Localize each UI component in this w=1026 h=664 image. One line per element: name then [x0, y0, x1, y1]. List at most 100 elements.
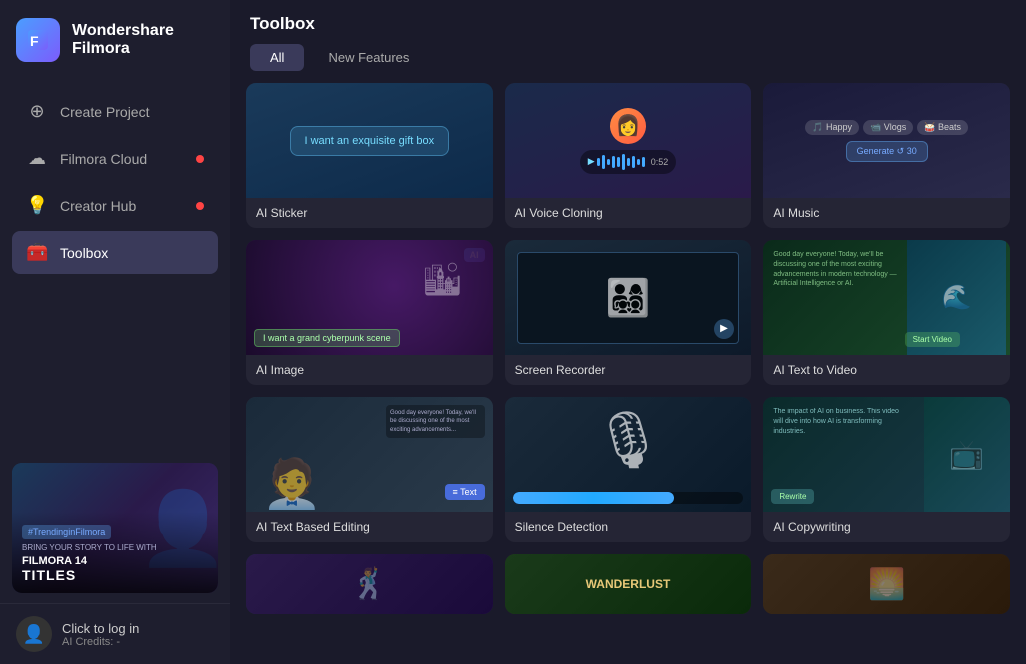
card-copywrite-thumb: AI 📺 The impact of AI on business. This …: [763, 397, 1010, 512]
promo-line1: BRING YOUR STORY TO LIFE WITH: [22, 543, 208, 553]
play-indicator: ▶: [714, 319, 734, 339]
card-ai-voice-thumb: 👩 ▶ 0:52: [505, 83, 752, 198]
toolbox-label: Toolbox: [60, 245, 108, 261]
card-partial3-thumb: AI 🌅: [763, 554, 1010, 614]
card-ai-sticker-label: AI Sticker: [246, 198, 493, 228]
tab-bar: All New Features: [230, 44, 1026, 83]
copy-graphic: 📺: [924, 397, 1010, 512]
image-prompt-text: I want a grand cyberpunk scene: [254, 329, 400, 347]
card-partial-1[interactable]: AI 🕺: [246, 554, 493, 614]
card-partial-2[interactable]: AI WANDERLUST: [505, 554, 752, 614]
text-edit-sample: Good day everyone! Today, we'll be discu…: [386, 405, 485, 438]
sidebar-item-filmora-cloud[interactable]: ☁ Filmora Cloud: [12, 137, 218, 180]
card-ai-image-thumb: AI 🏙 I want a grand cyberpunk scene: [246, 240, 493, 355]
text-video-content: Good day everyone! Today, we'll be discu…: [767, 244, 903, 295]
sticker-prompt: I want an exquisite gift box: [290, 126, 450, 156]
wave-bar-10: [642, 157, 645, 167]
user-login-area[interactable]: 👤 Click to log in AI Credits: -: [0, 603, 230, 664]
card-ai-music-label: AI Music: [763, 198, 1010, 228]
generate-music-btn[interactable]: Generate ↺ 30: [846, 141, 928, 162]
toolbox-icon: 🧰: [26, 242, 48, 263]
card-ai-image-label: AI Image: [246, 355, 493, 385]
avatar: 👤: [16, 616, 52, 652]
person-icon: 🧑‍💼: [262, 455, 322, 512]
logo-area: F Wondershare Filmora: [0, 0, 230, 80]
sidebar-promo-thumbnail[interactable]: 👤 #TrendinginFilmora BRING YOUR STORY TO…: [12, 463, 218, 593]
filmora-cloud-label: Filmora Cloud: [60, 151, 147, 167]
sidebar-item-creator-hub[interactable]: 💡 Creator Hub: [12, 184, 218, 227]
sidebar-item-create-project[interactable]: ⊕ Create Project: [12, 90, 218, 133]
card-partial1-thumb: AI 🕺: [246, 554, 493, 614]
card-screen-recorder[interactable]: 👨‍👩‍👧‍👦 ▶ Screen Recorder: [505, 240, 752, 385]
card-silence-thumb: AI 🎙: [505, 397, 752, 512]
card-ai-voice-label: AI Voice Cloning: [505, 198, 752, 228]
card-partial-3[interactable]: AI 🌅: [763, 554, 1010, 614]
card-copywrite-label: AI Copywriting: [763, 512, 1010, 542]
wave-bar-2: [602, 155, 605, 169]
creator-hub-badge: [196, 202, 204, 210]
card-screen-rec-thumb: 👨‍👩‍👧‍👦 ▶: [505, 240, 752, 355]
copy-start-btn[interactable]: Rewrite: [771, 489, 814, 504]
sidebar: F Wondershare Filmora ⊕ Create Project ☁…: [0, 0, 230, 664]
card-text-edit-label: AI Text Based Editing: [246, 512, 493, 542]
app-name: Wondershare Filmora: [72, 22, 174, 58]
promo-line3: TITLES: [22, 567, 208, 583]
wave-bar-4: [612, 156, 615, 168]
card-text-edit-thumb: AI 🧑‍💼 Good day everyone! Today, we'll b…: [246, 397, 493, 512]
card-ai-voice-cloning[interactable]: 👩 ▶ 0:52: [505, 83, 752, 228]
city-graphic: 🏙: [422, 260, 463, 298]
wave-time: 0:52: [651, 157, 669, 167]
card-ai-text-to-video[interactable]: AI 🌊 Good day everyone! Today, we'll be …: [763, 240, 1010, 385]
card-screen-rec-label: Screen Recorder: [505, 355, 752, 385]
wave-bar-3: [607, 159, 610, 165]
music-tag-beats: 🥁 Beats: [917, 120, 968, 135]
wanderlust-text: WANDERLUST: [586, 577, 671, 591]
wave-bar-1: [597, 158, 600, 166]
app-logo: F: [16, 18, 60, 62]
main-content: Toolbox All New Features I want an exqui…: [230, 0, 1026, 664]
copy-text-content: The impact of AI on business. This video…: [767, 401, 910, 442]
tab-all[interactable]: All: [250, 44, 304, 71]
text-to-video-button[interactable]: Start Video: [905, 332, 960, 347]
music-tag-vlogs: 📹 Vlogs: [863, 120, 913, 135]
partial1-graphic: 🕺: [351, 567, 388, 602]
card-ai-music-thumb: 🎵 Happy 📹 Vlogs 🥁 Beats Generate ↺ 30: [763, 83, 1010, 198]
screen-rec-inner: 👨‍👩‍👧‍👦 ▶: [517, 252, 739, 344]
sidebar-item-toolbox[interactable]: 🧰 Toolbox: [12, 231, 218, 274]
card-silence-detection[interactable]: AI 🎙 Silence Detection: [505, 397, 752, 542]
music-tags: 🎵 Happy 📹 Vlogs 🥁 Beats: [805, 120, 968, 135]
wave-bar-9: [637, 159, 640, 165]
card-ai-copywriting[interactable]: AI 📺 The impact of AI on business. This …: [763, 397, 1010, 542]
credits-label: AI Credits: -: [62, 636, 139, 648]
main-topbar: Toolbox: [230, 0, 1026, 44]
tab-new-features[interactable]: New Features: [308, 44, 429, 71]
wave-bar-7: [627, 158, 630, 166]
filmora-cloud-badge: [196, 155, 204, 163]
music-tag-happy: 🎵 Happy: [805, 120, 859, 135]
card-ai-text-video-label: AI Text to Video: [763, 355, 1010, 385]
creator-hub-label: Creator Hub: [60, 198, 136, 214]
family-photo-icon: 👨‍👩‍👧‍👦: [606, 277, 651, 319]
promo-tag: #TrendinginFilmora: [22, 525, 111, 539]
footer-user-info: Click to log in AI Credits: -: [62, 621, 139, 648]
card-partial2-thumb: AI WANDERLUST: [505, 554, 752, 614]
card-ai-sticker[interactable]: I want an exquisite gift box AI Sticker: [246, 83, 493, 228]
login-label: Click to log in: [62, 621, 139, 636]
sidebar-nav: ⊕ Create Project ☁ Filmora Cloud 💡 Creat…: [0, 80, 230, 453]
promo-line2: FILMORA 14: [22, 555, 208, 567]
silence-waveform: [513, 492, 744, 504]
create-project-label: Create Project: [60, 104, 149, 120]
card-ai-text-based-editing[interactable]: AI 🧑‍💼 Good day everyone! Today, we'll b…: [246, 397, 493, 542]
card-ai-sticker-thumb: I want an exquisite gift box: [246, 83, 493, 198]
lightbulb-icon: 💡: [26, 195, 48, 216]
wave-bar-8: [632, 156, 635, 168]
card-ai-music[interactable]: 🎵 Happy 📹 Vlogs 🥁 Beats Generate ↺ 30 AI…: [763, 83, 1010, 228]
wave-bar-5: [617, 157, 620, 167]
voice-wave-display: ▶ 0:52: [580, 150, 676, 174]
wave-bar-6: [622, 154, 625, 170]
text-btn[interactable]: ≡ Text: [445, 484, 485, 500]
plus-circle-icon: ⊕: [26, 101, 48, 122]
card-ai-image[interactable]: AI 🏙 I want a grand cyberpunk scene AI I…: [246, 240, 493, 385]
voice-avatar-icon: 👩: [610, 108, 646, 144]
card-silence-label: Silence Detection: [505, 512, 752, 542]
